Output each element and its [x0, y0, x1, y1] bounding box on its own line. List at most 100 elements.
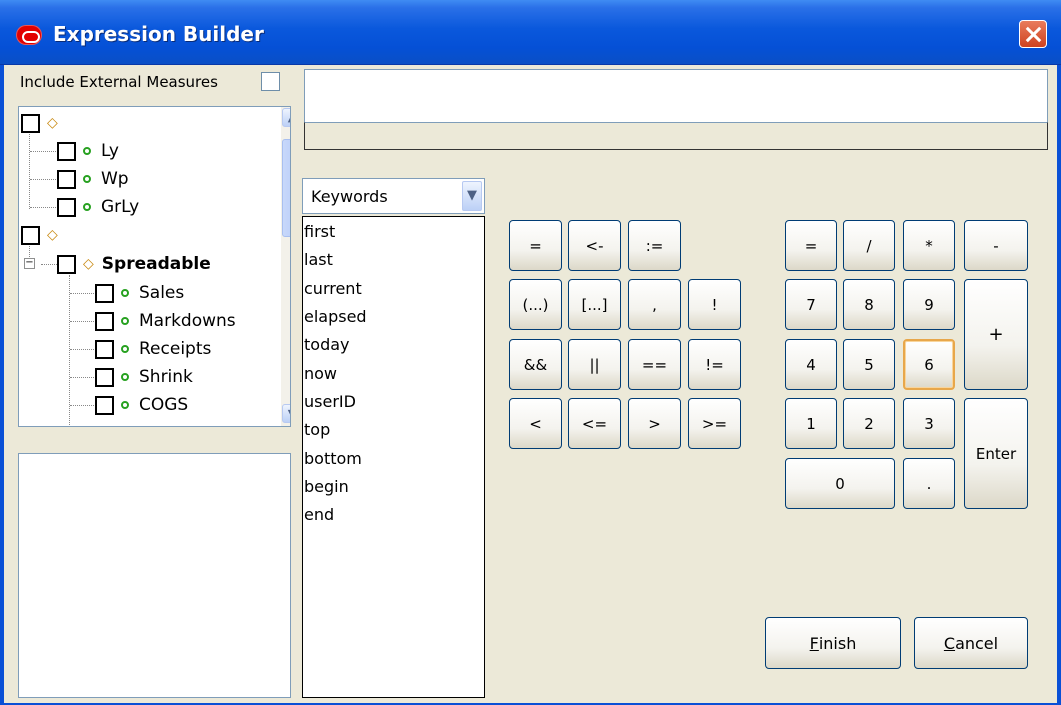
- tree-node-label: Sales: [139, 283, 185, 303]
- keyword-item[interactable]: first: [304, 222, 335, 241]
- keyword-item[interactable]: userID: [304, 392, 356, 411]
- node-checkbox[interactable]: [57, 141, 76, 161]
- measure-tree[interactable]: ◇ Ly Wp GrLy ◇ − ◇ Spreadable Sales Mark…: [18, 106, 291, 427]
- keyword-item[interactable]: current: [304, 279, 362, 298]
- keypad-button-dot[interactable]: .: [903, 458, 955, 509]
- operator-button[interactable]: >: [628, 398, 681, 449]
- node-checkbox[interactable]: [21, 225, 40, 245]
- chevron-up-icon: ▲: [283, 111, 290, 124]
- keypad-button-zero[interactable]: 0: [785, 458, 895, 509]
- tree-node-label: GrLy: [101, 197, 140, 217]
- keypad-button-focused[interactable]: 6: [903, 339, 955, 390]
- operator-button[interactable]: &&: [509, 339, 562, 390]
- node-checkbox[interactable]: [57, 169, 76, 189]
- tree-connector: [30, 179, 56, 180]
- tree-node-spreadable[interactable]: ◇ Spreadable: [57, 252, 211, 276]
- measure-dot-icon: [83, 203, 91, 211]
- keypad-button[interactable]: 7: [785, 279, 837, 330]
- tree-node-measure[interactable]: COGS: [95, 393, 188, 417]
- keypad-button[interactable]: 4: [785, 339, 837, 390]
- scroll-up-button[interactable]: ▲: [282, 108, 290, 127]
- tree-node-group[interactable]: ◇: [21, 111, 66, 135]
- operator-button[interactable]: <-: [568, 220, 621, 271]
- keypad-button[interactable]: 5: [843, 339, 895, 390]
- operator-button[interactable]: !: [688, 279, 741, 330]
- description-panel: [18, 453, 291, 698]
- operator-button[interactable]: :=: [628, 220, 681, 271]
- enter-button[interactable]: Enter: [964, 398, 1028, 509]
- keyword-item[interactable]: top: [304, 420, 330, 439]
- finish-button[interactable]: Finish: [765, 617, 901, 669]
- keypad-button[interactable]: 2: [843, 398, 895, 449]
- tree-connector: [69, 275, 70, 425]
- cancel-button[interactable]: Cancel: [914, 617, 1028, 669]
- operator-button[interactable]: =: [509, 220, 562, 271]
- keyword-item[interactable]: today: [304, 335, 350, 354]
- node-checkbox[interactable]: [95, 395, 114, 415]
- node-checkbox[interactable]: [57, 197, 76, 217]
- tree-connector: [70, 405, 96, 406]
- cancel-label: ancel: [955, 633, 999, 653]
- operator-button[interactable]: >=: [688, 398, 741, 449]
- keyword-item[interactable]: last: [304, 250, 333, 269]
- finish-label: inish: [818, 633, 857, 653]
- finish-mnemonic: F: [809, 633, 819, 653]
- keypad-button[interactable]: /: [843, 220, 895, 271]
- tree-node-measure[interactable]: Shrink: [95, 365, 193, 389]
- tree-node-measure[interactable]: Ly: [57, 139, 119, 163]
- tree-node-measure[interactable]: Wp: [57, 167, 129, 191]
- keypad-button[interactable]: 3: [903, 398, 955, 449]
- node-checkbox[interactable]: [95, 367, 114, 387]
- keywords-list[interactable]: first last current elapsed today now use…: [302, 216, 485, 698]
- close-icon[interactable]: [1019, 20, 1047, 48]
- operator-button[interactable]: <: [509, 398, 562, 449]
- keypad-button[interactable]: =: [785, 220, 837, 271]
- tree-connector: [70, 377, 96, 378]
- tree-connector: [70, 321, 96, 322]
- keypad-button[interactable]: 1: [785, 398, 837, 449]
- scroll-down-button[interactable]: ▼: [282, 404, 290, 423]
- keypad-button[interactable]: *: [903, 220, 955, 271]
- keywords-select-value: Keywords: [311, 187, 388, 206]
- tree-node-label: Shrink: [139, 367, 193, 387]
- node-checkbox[interactable]: [95, 283, 114, 303]
- keyword-item[interactable]: elapsed: [304, 307, 367, 326]
- expression-input[interactable]: [304, 69, 1048, 123]
- tree-node-measure[interactable]: Receipts: [95, 337, 211, 361]
- tree-connector: [30, 151, 56, 152]
- keyword-item[interactable]: begin: [304, 477, 349, 496]
- operator-button[interactable]: <=: [568, 398, 621, 449]
- collapse-icon[interactable]: −: [24, 258, 35, 269]
- tree-node-measure[interactable]: Sales: [95, 281, 184, 305]
- node-checkbox[interactable]: [21, 113, 40, 133]
- measure-dot-icon: [121, 345, 129, 353]
- operator-button[interactable]: ||: [568, 339, 621, 390]
- tree-node-group[interactable]: ◇: [21, 223, 66, 247]
- node-checkbox[interactable]: [95, 311, 114, 331]
- operator-button[interactable]: ==: [628, 339, 681, 390]
- keywords-select[interactable]: Keywords ▼: [302, 178, 485, 214]
- include-external-measures-checkbox[interactable]: [261, 72, 280, 91]
- keyword-item[interactable]: end: [304, 505, 334, 524]
- chevron-down-icon[interactable]: ▼: [462, 181, 482, 211]
- measure-dot-icon: [121, 401, 129, 409]
- tree-connector: [41, 264, 57, 265]
- node-checkbox[interactable]: [57, 254, 76, 274]
- keypad-button[interactable]: -: [964, 220, 1028, 271]
- scroll-thumb[interactable]: [282, 139, 290, 237]
- tree-node-label: Receipts: [139, 339, 212, 359]
- tree-node-label: Markdowns: [139, 311, 236, 331]
- keyword-item[interactable]: now: [304, 364, 337, 383]
- keypad-button[interactable]: 8: [843, 279, 895, 330]
- plus-button[interactable]: +: [964, 279, 1028, 390]
- keypad-button[interactable]: 9: [903, 279, 955, 330]
- tree-scrollbar[interactable]: ▲ ▼: [281, 107, 290, 426]
- node-checkbox[interactable]: [95, 339, 114, 359]
- operator-button[interactable]: ,: [628, 279, 681, 330]
- operator-button[interactable]: !=: [688, 339, 741, 390]
- keyword-item[interactable]: bottom: [304, 449, 362, 468]
- operator-button[interactable]: (...): [509, 279, 562, 330]
- operator-button[interactable]: [...]: [568, 279, 621, 330]
- tree-node-measure[interactable]: GrLy: [57, 195, 139, 219]
- tree-node-measure[interactable]: Markdowns: [95, 309, 236, 333]
